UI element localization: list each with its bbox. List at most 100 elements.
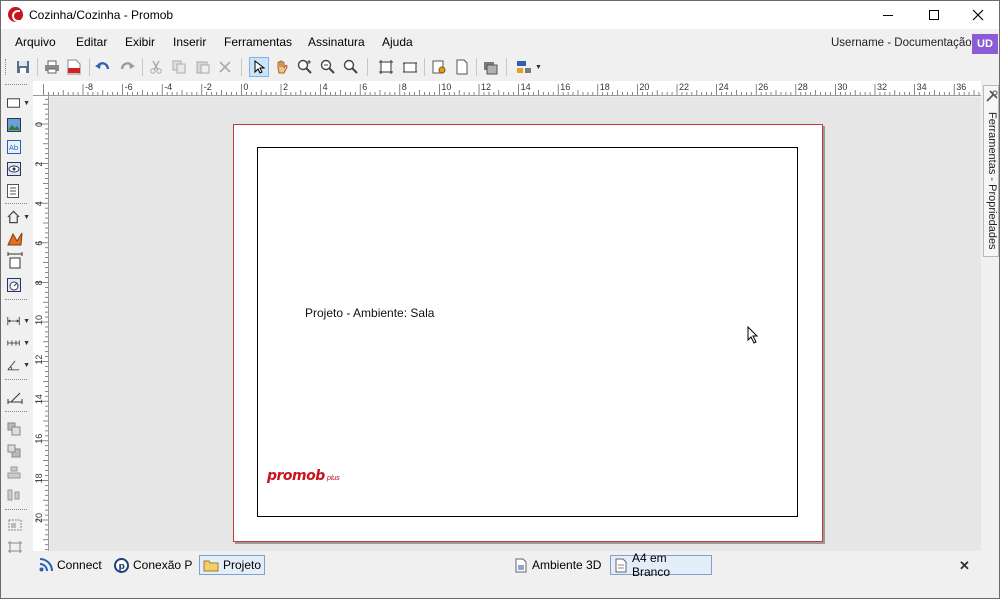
mouse-cursor-icon	[747, 326, 759, 344]
measure-tool-button[interactable]	[4, 275, 30, 295]
page-frame[interactable]: Projeto - Ambiente: Sala promob plus	[257, 147, 798, 517]
close-tab-button[interactable]: ✕	[959, 558, 970, 574]
list-tool-button[interactable]	[4, 181, 30, 201]
menu-assinatura[interactable]: Assinatura	[308, 35, 365, 49]
distribute-button[interactable]	[4, 485, 30, 505]
toolbar-grip[interactable]	[5, 299, 27, 301]
dimension-view-button[interactable]	[4, 251, 30, 271]
toolbar-grip[interactable]	[5, 59, 8, 75]
folder-icon	[203, 560, 219, 571]
close-button[interactable]	[955, 1, 1000, 29]
zoom-window-icon	[297, 59, 312, 74]
drawing-canvas[interactable]: Projeto - Ambiente: Sala promob plus	[50, 97, 981, 551]
page-layout-icon	[615, 558, 627, 572]
chain-dimension-icon	[7, 340, 20, 346]
dimension-box-icon	[7, 252, 23, 269]
annotation-tool-button[interactable]	[4, 387, 30, 407]
render-tool-button[interactable]	[4, 229, 30, 249]
menu-editar[interactable]: Editar	[76, 35, 107, 49]
cut-button[interactable]	[146, 57, 166, 77]
new-page-button[interactable]	[452, 57, 472, 77]
pdf-icon	[67, 59, 81, 75]
close-icon	[972, 9, 984, 21]
pan-tool-button[interactable]	[272, 57, 292, 77]
page-project-label[interactable]: Projeto - Ambiente: Sala	[305, 306, 434, 320]
rss-icon	[39, 558, 53, 572]
save-button[interactable]	[13, 57, 33, 77]
tab-connect[interactable]: Connect	[36, 555, 105, 575]
zoom-out-button[interactable]	[318, 57, 338, 77]
avatar[interactable]: UD	[972, 34, 998, 54]
paste-button[interactable]	[193, 57, 213, 77]
vertical-ruler[interactable]: 0 2 4 6 8 10 12 14 16 18 20	[33, 96, 49, 551]
fit-page-button[interactable]	[376, 57, 396, 77]
layout-dropdown-button[interactable]: ▼	[514, 57, 544, 77]
app-window: Cozinha/Cozinha - Promob Arquivo Editar …	[0, 0, 1000, 599]
menu-ajuda[interactable]: Ajuda	[382, 35, 413, 49]
menu-inserir[interactable]: Inserir	[173, 35, 206, 49]
symbol-tool-button[interactable]: ▼	[4, 207, 30, 227]
toolbar-grip[interactable]	[5, 411, 27, 413]
undo-button[interactable]	[93, 57, 113, 77]
properties-panel-tab[interactable]: Ferramentas - Propriedades	[983, 85, 999, 257]
toolbar-grip[interactable]	[5, 203, 27, 205]
redo-button[interactable]	[117, 57, 137, 77]
view-tool-button[interactable]	[4, 159, 30, 179]
rectangle-tool-button[interactable]: ▼	[4, 93, 30, 113]
print-page[interactable]: Projeto - Ambiente: Sala promob plus	[233, 124, 823, 542]
ruler-label: 0	[243, 82, 248, 92]
angle-dimension-button[interactable]: ▼	[4, 355, 30, 375]
toolbar-grip[interactable]	[5, 509, 27, 511]
menu-bar: Arquivo Editar Exibir Inserir Ferramenta…	[1, 31, 999, 54]
select-tool-button[interactable]	[249, 57, 269, 77]
fit-all-button[interactable]	[400, 57, 420, 77]
page-icon	[456, 59, 468, 75]
zoom-in-button[interactable]	[341, 57, 361, 77]
toolbar-separator	[142, 58, 143, 76]
page-setup-button[interactable]	[429, 57, 449, 77]
toolbar-grip[interactable]	[5, 84, 27, 86]
eye-icon	[7, 162, 21, 176]
toolbar-grip[interactable]	[5, 379, 27, 381]
toolbar-separator	[476, 58, 477, 76]
zoom-icon	[343, 59, 358, 74]
print-button[interactable]	[42, 57, 62, 77]
promob-plus-logo[interactable]: promob plus	[267, 468, 340, 484]
group-button[interactable]	[4, 515, 30, 535]
tab-projeto[interactable]: Projeto	[199, 555, 265, 575]
ruler-label: 30	[837, 82, 847, 92]
chain-dimension-button[interactable]: ▼	[4, 333, 30, 353]
menu-ferramentas[interactable]: Ferramentas	[224, 35, 292, 49]
ruler-label: 36	[956, 82, 966, 92]
tab-ambiente-3d[interactable]: Ambiente 3D	[511, 555, 604, 575]
zoom-window-button[interactable]	[295, 57, 315, 77]
menu-arquivo[interactable]: Arquivo	[15, 35, 56, 49]
promob-logo-icon	[8, 7, 23, 22]
ruler-label: 16	[34, 434, 44, 444]
tab-a4-em-branco[interactable]: A4 em Branco	[610, 551, 712, 579]
status-bar	[1, 578, 999, 598]
align-center-button[interactable]	[4, 463, 30, 483]
print-icon	[45, 60, 59, 74]
linear-dimension-button[interactable]: ▼	[4, 311, 30, 331]
user-label[interactable]: Username - Documentação	[831, 37, 972, 49]
horizontal-ruler[interactable]: -8 -6 -4 -2 0 2 4 6 8 10 12 14 16 18 20 22 24 26 28 30 32 34 3…	[33, 81, 981, 96]
maximize-button[interactable]	[911, 1, 957, 29]
bring-front-button[interactable]	[4, 419, 30, 439]
dimension-icon	[7, 316, 20, 326]
image-tool-button[interactable]	[4, 115, 30, 135]
properties-button[interactable]	[481, 57, 501, 77]
chevron-down-icon: ▼	[23, 213, 30, 221]
tab-connect-label: Connect	[57, 558, 102, 572]
delete-button[interactable]	[215, 57, 235, 77]
send-back-button[interactable]	[4, 441, 30, 461]
ruler-label: 34	[917, 82, 927, 92]
menu-exibir[interactable]: Exibir	[125, 35, 155, 49]
text-tool-button[interactable]: Ab	[4, 137, 30, 157]
ruler-label: 26	[758, 82, 768, 92]
minimize-button[interactable]	[865, 1, 911, 29]
tab-conexao[interactable]: p Conexão P	[111, 555, 195, 575]
ruler-label: -8	[85, 82, 93, 92]
export-pdf-button[interactable]	[64, 57, 84, 77]
copy-button[interactable]	[169, 57, 189, 77]
